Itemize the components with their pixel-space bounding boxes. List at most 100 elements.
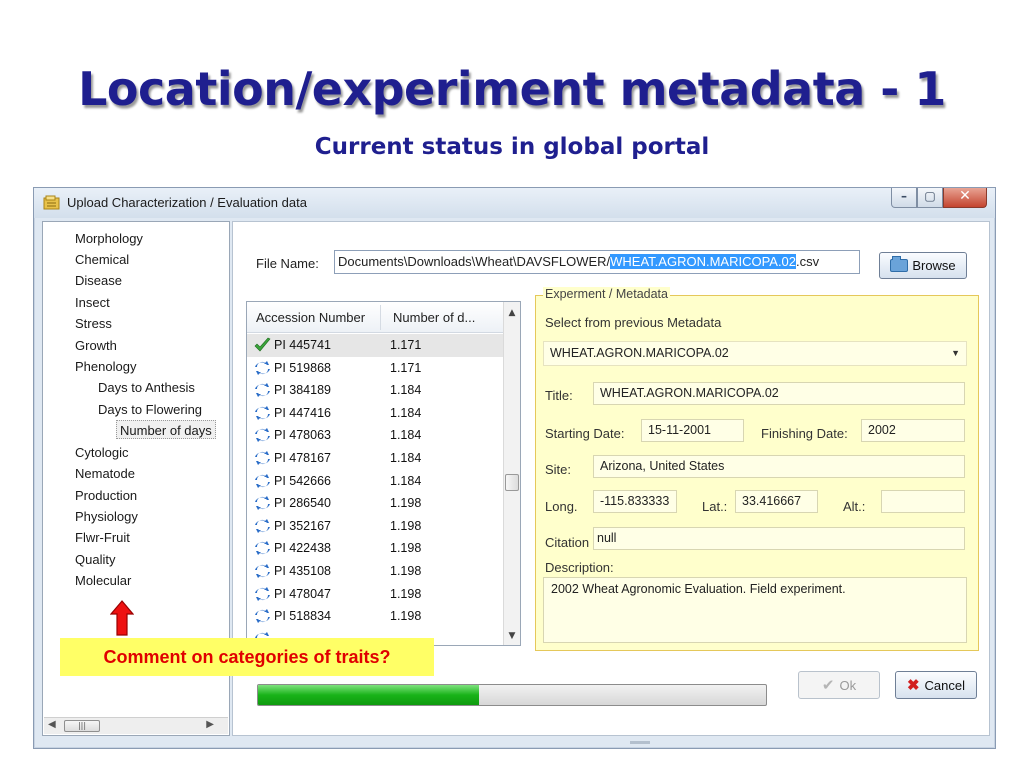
metadata-group: Experment / Metadata Select from previou… — [535, 287, 979, 651]
cancel-button[interactable]: ✖ Cancel — [895, 671, 977, 699]
slide-subtitle: Current status in global portal — [314, 134, 710, 160]
accession-number-cell: PI 478063 — [274, 428, 331, 443]
refresh-icon — [255, 518, 270, 533]
red-arrow-up-icon — [110, 600, 134, 636]
tree-item-chemical[interactable]: Chemical — [75, 250, 129, 269]
minimize-button[interactable]: – — [891, 188, 917, 208]
tree-item-nematode[interactable]: Nematode — [75, 464, 135, 483]
table-scroll-thumb[interactable] — [505, 474, 519, 491]
accession-number-cell: PI 519868 — [274, 360, 331, 375]
refresh-icon — [255, 496, 270, 511]
file-path-suffix: .csv — [796, 254, 820, 269]
table-row[interactable]: PI 352167 1.198 — [247, 515, 505, 538]
table-row[interactable]: PI 447416 1.184 — [247, 402, 505, 425]
scroll-up-icon[interactable]: ▲ — [504, 308, 520, 318]
previous-metadata-select[interactable]: WHEAT.AGRON.MARICOPA.02 ▼ — [543, 341, 967, 366]
scroll-thumb[interactable]: ||| — [64, 720, 100, 732]
description-label: Description: — [545, 560, 614, 575]
table-row[interactable]: PI 286540 1.198 — [247, 492, 505, 515]
number-of-days-cell: 1.171 — [390, 360, 422, 375]
accession-number-cell: PI 286540 — [274, 496, 331, 511]
slide-title: Location/experiment metadata - 1 — [78, 62, 946, 116]
table-row[interactable]: PI 519868 1.171 — [247, 357, 505, 380]
finishing-date-label: Finishing Date: — [761, 426, 848, 441]
tree-item-quality[interactable]: Quality — [75, 550, 115, 569]
scroll-left-icon[interactable]: ◀ — [48, 719, 56, 730]
table-row[interactable]: PI 478063 1.184 — [247, 424, 505, 447]
number-of-days-cell: 1.198 — [390, 609, 422, 624]
tree-item-number-of-days[interactable]: Number of days — [116, 420, 216, 439]
table-row[interactable]: PI 445741 1.171 — [247, 334, 505, 357]
accession-number-cell: PI 445741 — [274, 338, 331, 352]
table-vertical-scrollbar[interactable]: ▲ ▼ — [503, 302, 520, 645]
site-field[interactable]: Arizona, United States — [593, 455, 965, 478]
progress-fill — [258, 685, 479, 705]
citation-field[interactable]: null — [593, 527, 965, 550]
number-of-days-cell: 1.184 — [390, 428, 422, 443]
column-header-number-of-days[interactable]: Number of d... — [393, 310, 475, 325]
table-row[interactable]: PI 518834 1.198 — [247, 605, 505, 628]
tree-item-insect[interactable]: Insect — [75, 293, 110, 312]
latitude-field[interactable]: 33.416667 — [735, 490, 818, 513]
tree-item-days-to-anthesis[interactable]: Days to Anthesis — [98, 378, 195, 397]
starting-date-field[interactable]: 15-11-2001 — [641, 419, 744, 442]
refresh-icon — [255, 564, 270, 578]
select-metadata-label: Select from previous Metadata — [545, 315, 722, 330]
resize-grip[interactable] — [630, 741, 650, 744]
tree-item-morphology[interactable]: Morphology — [75, 229, 143, 248]
table-row[interactable]: PI 384189 1.184 — [247, 379, 505, 402]
tree-item-phenology[interactable]: Phenology — [75, 357, 136, 376]
ok-label: Ok — [839, 677, 857, 693]
altitude-field[interactable] — [881, 490, 965, 513]
refresh-icon — [255, 609, 270, 624]
ok-button[interactable]: ✔ Ok — [798, 671, 880, 699]
accession-number-cell: PI 435108 — [274, 564, 331, 578]
browse-button[interactable]: Browse — [879, 252, 967, 279]
file-name-input[interactable]: Documents\Downloads\Wheat\DAVSFLOWER/WHE… — [334, 250, 860, 274]
title-field[interactable]: WHEAT.AGRON.MARICOPA.02 — [593, 382, 965, 405]
tree-item-physiology[interactable]: Physiology — [75, 507, 138, 526]
finishing-date-field[interactable]: 2002 — [861, 419, 965, 442]
number-of-days-cell: 1.184 — [390, 473, 422, 488]
citation-label: Citation — [545, 535, 590, 550]
number-of-days-cell: 1.171 — [390, 338, 422, 352]
description-field[interactable]: 2002 Wheat Agronomic Evaluation. Field e… — [543, 577, 967, 643]
tree-item-disease[interactable]: Disease — [75, 271, 122, 290]
tree-item-cytologic[interactable]: Cytologic — [75, 443, 128, 462]
file-path-prefix: Documents\Downloads\Wheat\DAVSFLOWER/ — [338, 254, 611, 269]
column-header-accession[interactable]: Accession Number — [256, 310, 365, 325]
accession-number-cell: PI 447416 — [274, 405, 331, 420]
number-of-days-cell: 1.198 — [390, 496, 422, 511]
cancel-x-icon: ✖ — [906, 677, 920, 694]
folder-icon — [890, 256, 909, 272]
table-row[interactable]: PI 478047 1.198 — [247, 583, 505, 606]
maximize-button[interactable]: ▢ — [917, 188, 943, 208]
tree-item-days-to-flowering[interactable]: Days to Flowering — [98, 400, 202, 419]
check-icon — [254, 337, 271, 352]
tree-horizontal-scrollbar[interactable]: ◀ ||| ▶ — [44, 717, 228, 734]
titlebar: Upload Characterization / Evaluation dat… — [34, 188, 995, 218]
tree-item-production[interactable]: Production — [75, 486, 137, 505]
column-divider — [380, 305, 381, 330]
refresh-icon — [255, 541, 270, 556]
accession-number-cell: PI 542666 — [274, 473, 331, 488]
table-row[interactable]: PI 542666 1.184 — [247, 470, 505, 493]
close-button[interactable]: ✕ — [943, 188, 987, 208]
upload-progress-bar — [257, 684, 767, 706]
tree-item-stress[interactable]: Stress — [75, 314, 112, 333]
tree-item-molecular[interactable]: Molecular — [75, 571, 131, 590]
title-label: Title: — [545, 388, 573, 403]
chevron-down-icon[interactable]: ▼ — [951, 342, 960, 365]
tree-item-growth[interactable]: Growth — [75, 336, 117, 355]
tree-item-flwr-fruit[interactable]: Flwr-Fruit — [75, 528, 130, 547]
scroll-down-icon[interactable]: ▼ — [504, 631, 520, 641]
longitude-field[interactable]: -115.833333 — [593, 490, 677, 513]
table-row[interactable]: PI 478167 1.184 — [247, 447, 505, 470]
accession-number-cell: PI 478167 — [274, 451, 331, 465]
scroll-right-icon[interactable]: ▶ — [206, 719, 214, 730]
starting-date-label: Starting Date: — [545, 426, 625, 441]
close-icon: ✕ — [959, 188, 971, 204]
table-row[interactable]: PI 435108 1.198 — [247, 560, 505, 583]
table-row[interactable]: PI 422438 1.198 — [247, 537, 505, 560]
longitude-label: Long. — [545, 499, 578, 514]
